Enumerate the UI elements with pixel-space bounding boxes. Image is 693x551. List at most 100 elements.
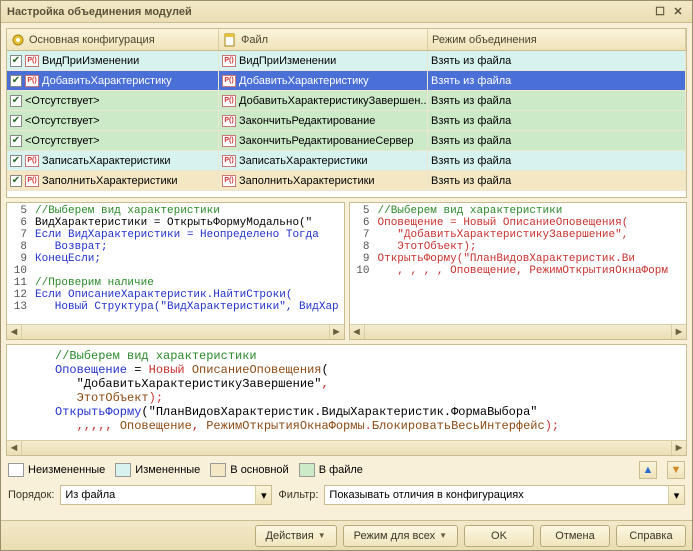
button-bar: Действия ▼ Режим для всех ▼ OK Отмена Сп…	[1, 520, 692, 550]
scroll-track[interactable]	[22, 441, 671, 455]
legend-row: Неизмененные Измененные В основной В фай…	[6, 460, 687, 480]
table-row[interactable]: ✔P()ДобавитьХарактеристикуP()ДобавитьХар…	[7, 71, 686, 91]
button-label: Справка	[629, 530, 672, 542]
table-row[interactable]: ✔P()ЗаполнитьХарактеристикиP()ЗаполнитьХ…	[7, 171, 686, 191]
maximize-button[interactable]: ☐	[652, 5, 668, 19]
code-text: //Выберем вид характеристики	[378, 205, 563, 217]
code-pane-file: 5//Выберем вид характеристики6Оповещение…	[349, 202, 688, 340]
line-number: 8	[7, 241, 35, 253]
code-text: ВидХарактеристики = ОткрытьФормуМодально…	[35, 217, 312, 229]
col-label: Основная конфигурация	[29, 34, 155, 46]
proc-name-main: <Отсутствует>	[25, 135, 100, 147]
line-number: 7	[7, 229, 35, 241]
title-bar: Настройка объединения модулей ☐ ✕	[1, 1, 692, 23]
merge-mode: Взять из файла	[431, 175, 511, 187]
checkbox-icon[interactable]: ✔	[10, 95, 22, 107]
order-value: Из файла	[65, 489, 251, 501]
order-select[interactable]: Из файла ▾	[60, 485, 272, 505]
scroll-track[interactable]	[22, 325, 329, 339]
table-row[interactable]: ✔<Отсутствует>P()ЗакончитьРедактирование…	[7, 111, 686, 131]
proc-name-file: ЗаполнитьХарактеристики	[239, 175, 375, 187]
proc-name-main: <Отсутствует>	[25, 115, 100, 127]
procedure-icon: P()	[25, 175, 39, 187]
scroll-left-icon[interactable]: ◄	[7, 441, 22, 455]
filter-label: Фильтр:	[278, 489, 318, 501]
checkbox-icon[interactable]: ✔	[10, 155, 22, 167]
order-filter-row: Порядок: Из файла ▾ Фильтр: Показывать о…	[6, 484, 687, 506]
merge-mode: Взять из файла	[431, 75, 511, 87]
line-number: 8	[350, 241, 378, 253]
code-text: //Выберем вид характеристики	[35, 205, 220, 217]
checkbox-icon[interactable]: ✔	[10, 75, 22, 87]
chevron-down-icon: ▼	[439, 531, 447, 540]
checkbox-icon[interactable]: ✔	[10, 135, 22, 147]
code-area-merged[interactable]: //Выберем вид характеристикиОповещение =…	[7, 345, 686, 440]
proc-name-main: ЗаписатьХарактеристики	[42, 155, 171, 167]
table-row[interactable]: ✔<Отсутствует>P()ДобавитьХарактеристикуЗ…	[7, 91, 686, 111]
procedure-icon: P()	[25, 155, 39, 167]
code-text: , , , , Оповещение, РежимОткрытияОкнаФор…	[378, 265, 668, 277]
code-text: Новый Структура("ВидХарактеристики", Вид…	[35, 301, 339, 313]
table-row[interactable]: ✔<Отсутствует>P()ЗакончитьРедактирование…	[7, 131, 686, 151]
legend-infile: В файле	[299, 463, 363, 477]
col-label: Файл	[241, 34, 268, 46]
mode-for-all-button[interactable]: Режим для всех ▼	[343, 525, 458, 547]
filter-select[interactable]: Показывать отличия в конфигурациях ▾	[324, 485, 685, 505]
col-mode[interactable]: Режим объединения	[428, 29, 686, 50]
merge-mode: Взять из файла	[431, 155, 511, 167]
filter-value: Показывать отличия в конфигурациях	[329, 489, 664, 501]
proc-name-main: ДобавитьХарактеристику	[42, 75, 172, 87]
help-button[interactable]: Справка	[616, 525, 686, 547]
code-area-right[interactable]: 5//Выберем вид характеристики6Оповещение…	[350, 203, 687, 324]
checkbox-icon[interactable]: ✔	[10, 175, 22, 187]
move-down-button[interactable]: ▼	[667, 461, 685, 479]
scroll-right-icon[interactable]: ►	[671, 325, 686, 339]
hscroll-merged[interactable]: ◄ ►	[7, 440, 686, 455]
line-number: 6	[7, 217, 35, 229]
ok-button[interactable]: OK	[464, 525, 534, 547]
code-area-left[interactable]: 5//Выберем вид характеристики6ВидХаракте…	[7, 203, 344, 324]
table-row[interactable]: ✔P()ЗаписатьХарактеристикиP()ЗаписатьХар…	[7, 151, 686, 171]
merge-mode: Взять из файла	[431, 135, 511, 147]
line-number: 6	[350, 217, 378, 229]
button-label: Действия	[266, 530, 314, 542]
grid-body: ✔P()ВидПриИзмененииP()ВидПриИзмененииВзя…	[7, 51, 686, 197]
move-up-button[interactable]: ▲	[639, 461, 657, 479]
proc-name-main: <Отсутствует>	[25, 95, 100, 107]
procedure-icon: P()	[222, 95, 236, 107]
table-row[interactable]: ✔P()ВидПриИзмененииP()ВидПриИзмененииВзя…	[7, 51, 686, 71]
checkbox-icon[interactable]: ✔	[10, 55, 22, 67]
scroll-left-icon[interactable]: ◄	[350, 325, 365, 339]
chevron-down-icon[interactable]: ▾	[668, 486, 684, 504]
scroll-left-icon[interactable]: ◄	[7, 325, 22, 339]
legend-label: В основной	[230, 464, 288, 476]
code-pane-main: 5//Выберем вид характеристики6ВидХаракте…	[6, 202, 345, 340]
button-label: Отмена	[555, 530, 594, 542]
code-pane-merged: //Выберем вид характеристикиОповещение =…	[6, 344, 687, 456]
line-number: 10	[350, 265, 378, 277]
cancel-button[interactable]: Отмена	[540, 525, 610, 547]
legend-label: В файле	[319, 464, 363, 476]
line-number: 10	[7, 265, 35, 277]
scroll-right-icon[interactable]: ►	[671, 441, 686, 455]
actions-button[interactable]: Действия ▼	[255, 525, 337, 547]
checkbox-icon[interactable]: ✔	[10, 115, 22, 127]
col-file[interactable]: Файл	[219, 29, 428, 50]
chevron-down-icon[interactable]: ▾	[255, 486, 271, 504]
line-number: 13	[7, 301, 35, 313]
proc-name-main: ЗаполнитьХарактеристики	[42, 175, 178, 187]
proc-name-file: ЗакончитьРедактированиеСервер	[239, 135, 413, 147]
close-button[interactable]: ✕	[670, 5, 686, 19]
hscroll-right[interactable]: ◄ ►	[350, 324, 687, 339]
swatch-green	[299, 463, 315, 477]
hscroll-left[interactable]: ◄ ►	[7, 324, 344, 339]
window-title: Настройка объединения модулей	[7, 6, 192, 18]
code-text: Оповещение = Новый ОписаниеОповещения(	[378, 217, 629, 229]
code-text: "ДобавитьХарактеристикуЗавершение",	[378, 229, 629, 241]
code-text: ОткрытьФорму("ПланВидовХарактеристик.Ви	[378, 253, 635, 265]
button-label: Режим для всех	[354, 530, 435, 542]
scroll-right-icon[interactable]: ►	[329, 325, 344, 339]
col-main-config[interactable]: Основная конфигурация	[7, 29, 219, 50]
scroll-track[interactable]	[365, 325, 672, 339]
chevron-down-icon: ▼	[318, 531, 326, 540]
